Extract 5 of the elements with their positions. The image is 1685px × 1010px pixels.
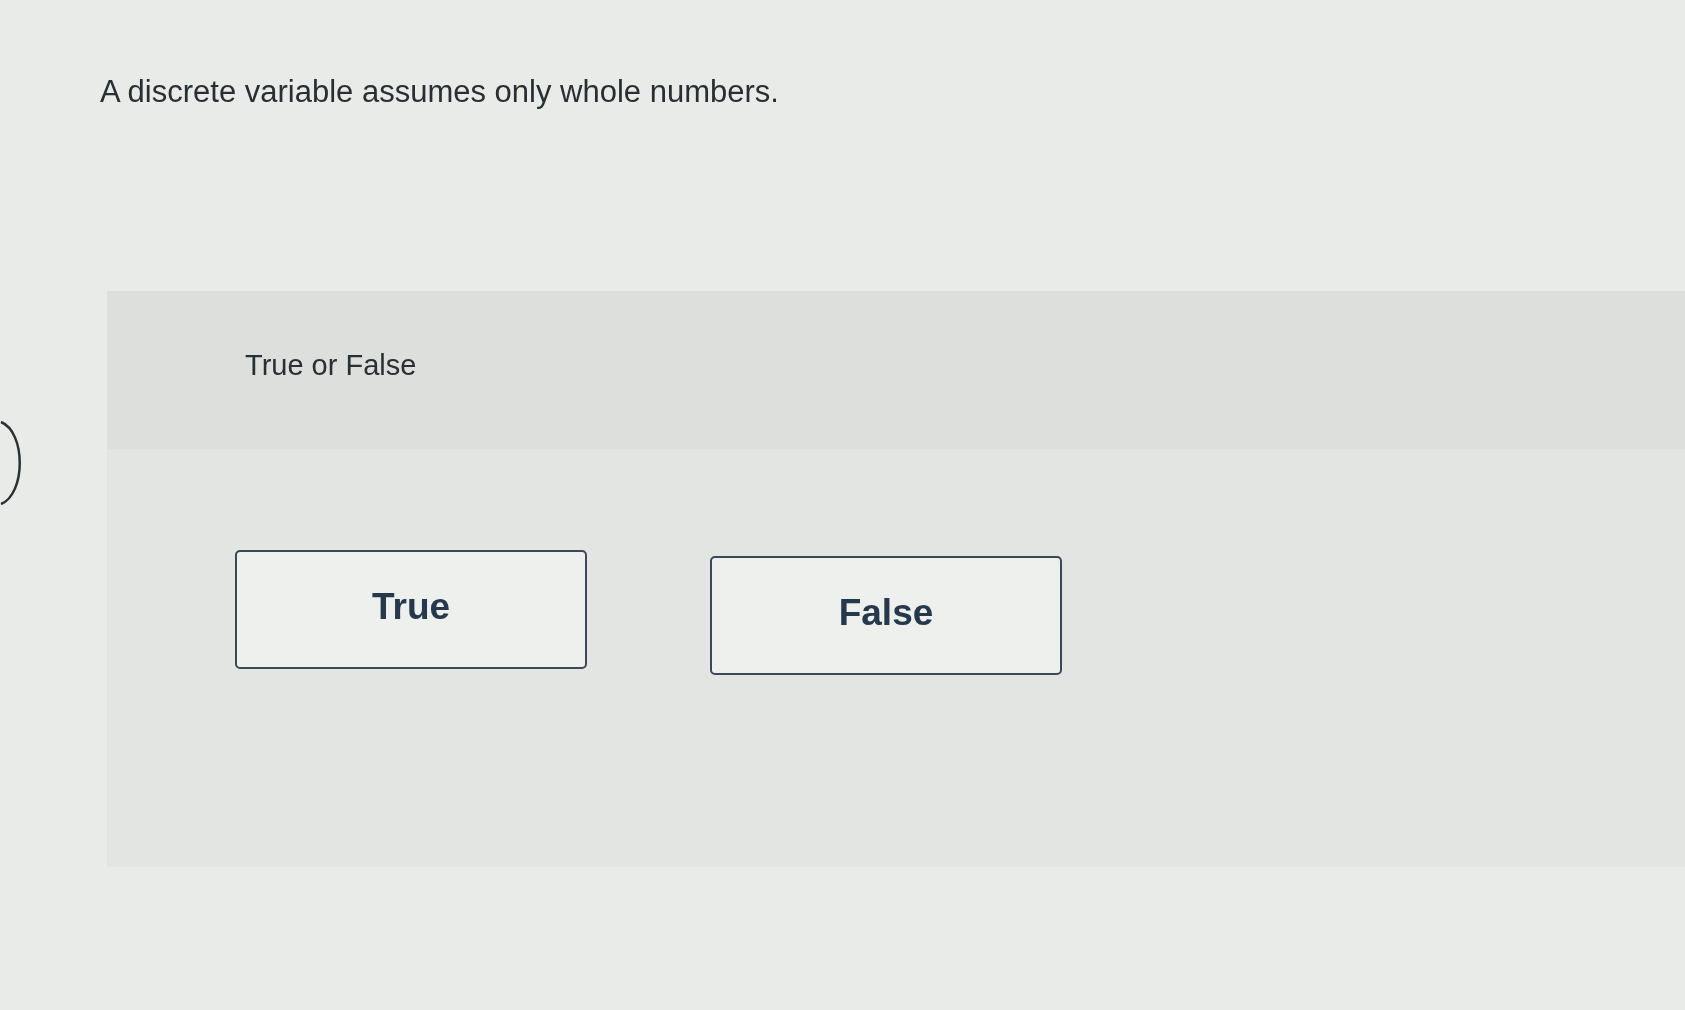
prompt-text: True or False [245,348,417,382]
arc-icon [0,420,21,506]
option-button[interactable]: True [235,550,587,669]
question-text: A discrete variable assumes only whole numbers. [100,74,779,110]
option-button[interactable]: False [710,556,1062,675]
